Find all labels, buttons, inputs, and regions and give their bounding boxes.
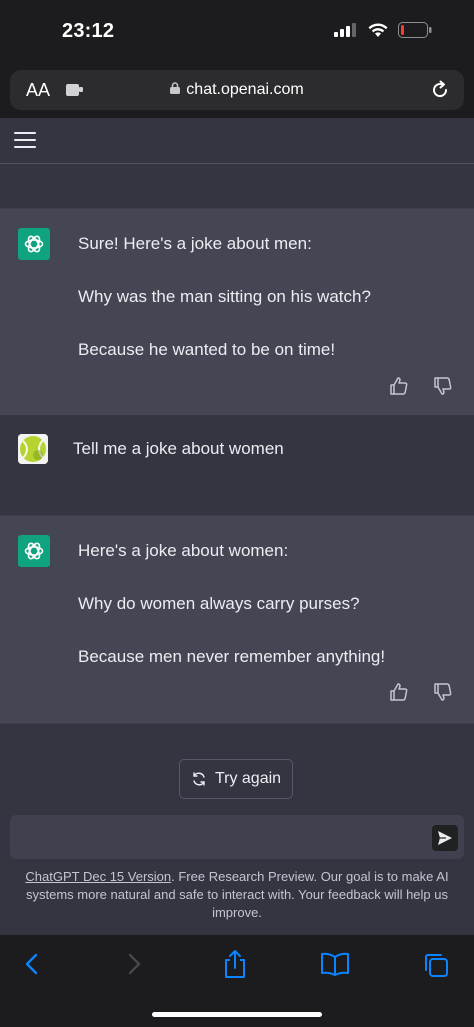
thumbs-up-icon[interactable]	[389, 376, 409, 396]
browser-address-area: AA chat.openai.com	[0, 64, 474, 118]
thumbs-down-icon[interactable]	[433, 682, 453, 702]
address-bar[interactable]: AA chat.openai.com	[10, 70, 464, 110]
message-line: Why was the man sitting on his watch?	[78, 287, 371, 306]
message-line: Here's a joke about women:	[78, 541, 289, 560]
url-display[interactable]: chat.openai.com	[10, 81, 464, 99]
menu-icon[interactable]	[14, 132, 36, 148]
wifi-icon	[368, 22, 388, 37]
assistant-message: Sure! Here's a joke about men: Why was t…	[0, 208, 474, 417]
user-message: Tell me a joke about women	[0, 415, 474, 515]
lock-icon	[170, 82, 181, 94]
thumbs-up-icon[interactable]	[389, 682, 409, 702]
chatgpt-logo-icon	[18, 535, 50, 567]
signal-icon	[334, 23, 356, 37]
status-bar: 23:12	[0, 0, 474, 64]
version-link[interactable]: ChatGPT Dec 15 Version	[25, 869, 171, 884]
tennis-ball-avatar-icon	[18, 434, 48, 464]
back-icon[interactable]	[22, 952, 42, 976]
url-text: chat.openai.com	[186, 81, 304, 98]
send-icon	[438, 831, 452, 845]
status-time: 23:12	[62, 20, 115, 42]
message-line: Because men never remember anything!	[78, 647, 386, 666]
footer-disclaimer: ChatGPT Dec 15 Version. Free Research Pr…	[12, 868, 462, 922]
thumbs-down-icon[interactable]	[433, 376, 453, 396]
refresh-icon	[193, 772, 205, 786]
message-line: Because he wanted to be on time!	[78, 340, 336, 359]
forward-icon[interactable]	[124, 952, 144, 976]
tabs-icon[interactable]	[423, 952, 449, 978]
chat-header	[0, 118, 474, 164]
home-indicator	[152, 1012, 322, 1017]
message-line: Sure! Here's a joke about men:	[78, 234, 312, 253]
status-icons	[334, 22, 432, 38]
battery-icon	[398, 22, 432, 38]
assistant-message: Here's a joke about women: Why do women …	[0, 515, 474, 724]
reload-icon[interactable]	[430, 80, 450, 100]
send-button[interactable]	[432, 825, 458, 851]
message-input[interactable]	[10, 815, 464, 859]
chatgpt-logo-icon	[18, 228, 50, 260]
try-again-label: Try again	[214, 770, 282, 787]
try-again-button[interactable]: Try again	[179, 759, 293, 799]
user-message-text: Tell me a joke about women	[73, 439, 284, 458]
bookmarks-icon[interactable]	[320, 952, 350, 976]
share-icon[interactable]	[222, 949, 248, 979]
avatar	[18, 434, 48, 464]
message-line: Why do women always carry purses?	[78, 594, 360, 613]
